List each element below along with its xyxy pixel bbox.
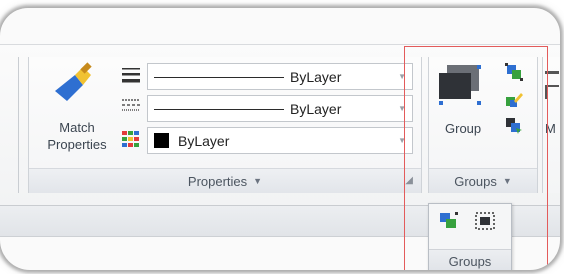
autocad-ribbon-frame: Match Properties ByLayer ▼ ByLayer ▼ ByL…	[0, 8, 560, 270]
properties-panel: Match Properties ByLayer ▼ ByLayer ▼ ByL…	[28, 57, 422, 193]
match-properties-label-line1: Match	[59, 120, 95, 135]
color-value: ByLayer	[178, 133, 230, 149]
group-manager-icon[interactable]	[505, 63, 523, 81]
chevron-down-icon: ▼	[398, 136, 406, 145]
groups-panel-title-bar[interactable]: Groups ▼	[429, 168, 537, 193]
group-select-icon[interactable]	[505, 117, 523, 135]
group-bounding-box-icon[interactable]	[475, 212, 495, 230]
match-properties-button[interactable]: Match Properties	[39, 57, 115, 165]
color-combo[interactable]: ByLayer ▼	[147, 127, 413, 154]
chevron-down-icon: ▼	[398, 104, 406, 113]
linetype-preview-line	[154, 109, 284, 110]
groups-flyout-title-text: Groups	[448, 253, 492, 269]
linetype-icon	[122, 99, 140, 111]
match-properties-label-line2: Properties	[47, 137, 107, 152]
groups-panel: Group Groups ▼	[428, 57, 538, 193]
color-grid-icon	[122, 131, 139, 147]
groups-panel-title: Groups	[454, 173, 497, 189]
chevron-down-icon: ▼	[398, 72, 406, 81]
next-panel-label: M	[545, 121, 556, 136]
panel-edge	[18, 57, 19, 193]
properties-panel-title: Properties	[187, 173, 248, 189]
group-edit-icon[interactable]	[505, 91, 523, 109]
match-properties-label: Match Properties	[39, 119, 115, 153]
groups-flyout: Groups	[428, 203, 512, 270]
lineweight-combo[interactable]: ByLayer ▼	[147, 63, 413, 90]
linetype-combo[interactable]: ByLayer ▼	[147, 95, 413, 122]
lineweight-preview-line	[154, 77, 284, 78]
group-manager-icon[interactable]	[439, 212, 459, 230]
dialog-launcher-icon[interactable]: ◢	[405, 175, 413, 186]
group-icon	[439, 65, 481, 105]
measure-icon	[545, 71, 559, 99]
chevron-down-icon: ▼	[253, 176, 263, 186]
lineweight-icon	[122, 68, 140, 83]
ribbon: Match Properties ByLayer ▼ ByLayer ▼ ByL…	[0, 44, 560, 206]
groups-flyout-title: Groups	[429, 249, 511, 270]
properties-panel-title-bar[interactable]: Properties ▼ ◢	[29, 168, 421, 193]
group-button[interactable]: Group	[433, 57, 495, 147]
match-properties-brush-icon	[55, 62, 92, 101]
lineweight-value: ByLayer	[290, 69, 342, 85]
next-panel: M	[542, 57, 560, 193]
chevron-down-icon: ▼	[502, 176, 512, 186]
linetype-value: ByLayer	[290, 101, 342, 117]
color-swatch	[154, 133, 169, 148]
group-button-label: Group	[445, 121, 482, 136]
